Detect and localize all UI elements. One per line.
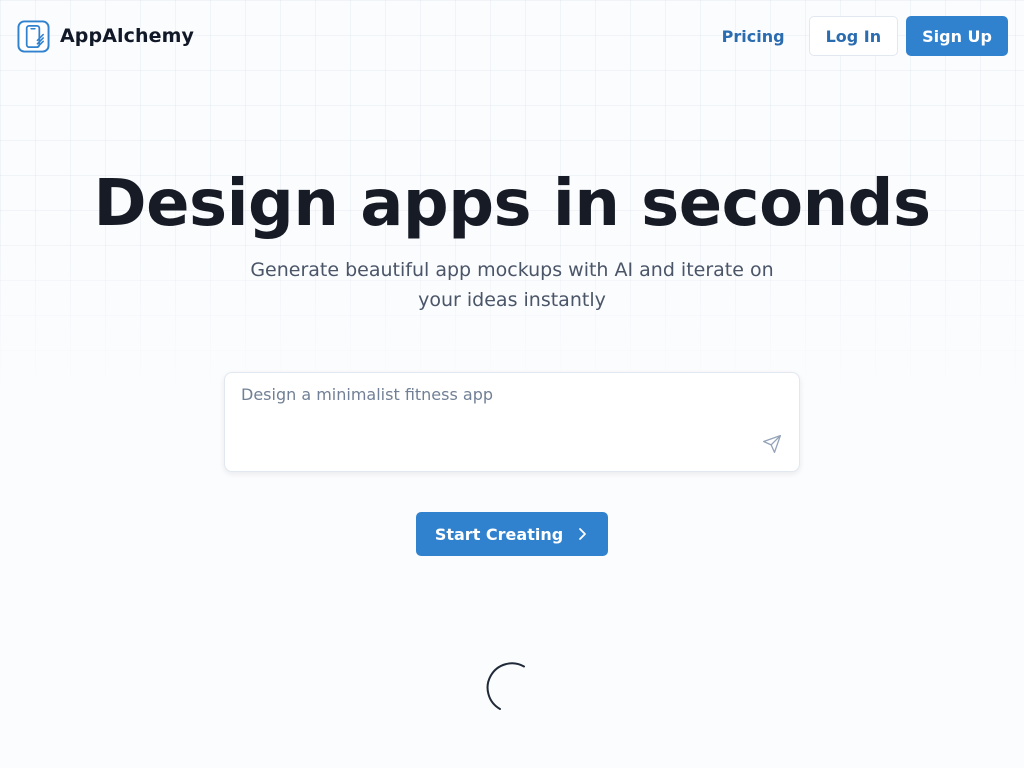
start-creating-label: Start Creating: [434, 524, 564, 544]
top-nav-bar: AppAlchemy Pricing Log In Sign Up: [0, 0, 1024, 72]
spinner-icon: [486, 662, 525, 710]
prompt-box: [224, 372, 800, 472]
hero-subtitle: Generate beautiful app mockups with AI a…: [250, 259, 774, 311]
prompt-input[interactable]: [225, 373, 799, 471]
header-actions: Pricing Log In Sign Up: [706, 16, 1008, 56]
phone-wand-icon: [17, 19, 50, 53]
chevron-right-icon: [579, 528, 587, 540]
brand[interactable]: AppAlchemy: [17, 19, 194, 53]
hero-title: Design apps in seconds: [93, 167, 931, 241]
send-icon[interactable]: [762, 434, 782, 454]
signup-button[interactable]: Sign Up: [906, 16, 1008, 56]
brand-name: AppAlchemy: [60, 25, 194, 47]
login-button[interactable]: Log In: [808, 16, 899, 56]
pricing-link[interactable]: Pricing: [706, 17, 801, 56]
start-creating-button[interactable]: Start Creating: [416, 512, 608, 556]
